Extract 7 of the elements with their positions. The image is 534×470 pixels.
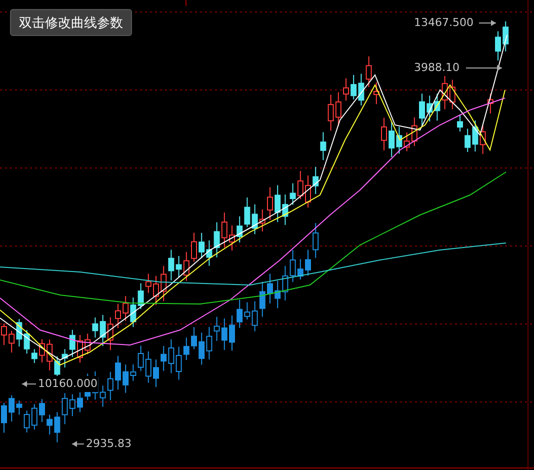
pointer-arrow bbox=[478, 20, 496, 26]
edit-curve-parameters-button[interactable]: 双击修改曲线参数 bbox=[10, 9, 132, 36]
pointer-arrow bbox=[72, 441, 84, 447]
price-label: 10160.000 bbox=[38, 376, 98, 392]
price-label: 3988.10 bbox=[414, 60, 460, 76]
pointer-arrow bbox=[466, 65, 502, 71]
pointer-arrow bbox=[22, 381, 36, 387]
